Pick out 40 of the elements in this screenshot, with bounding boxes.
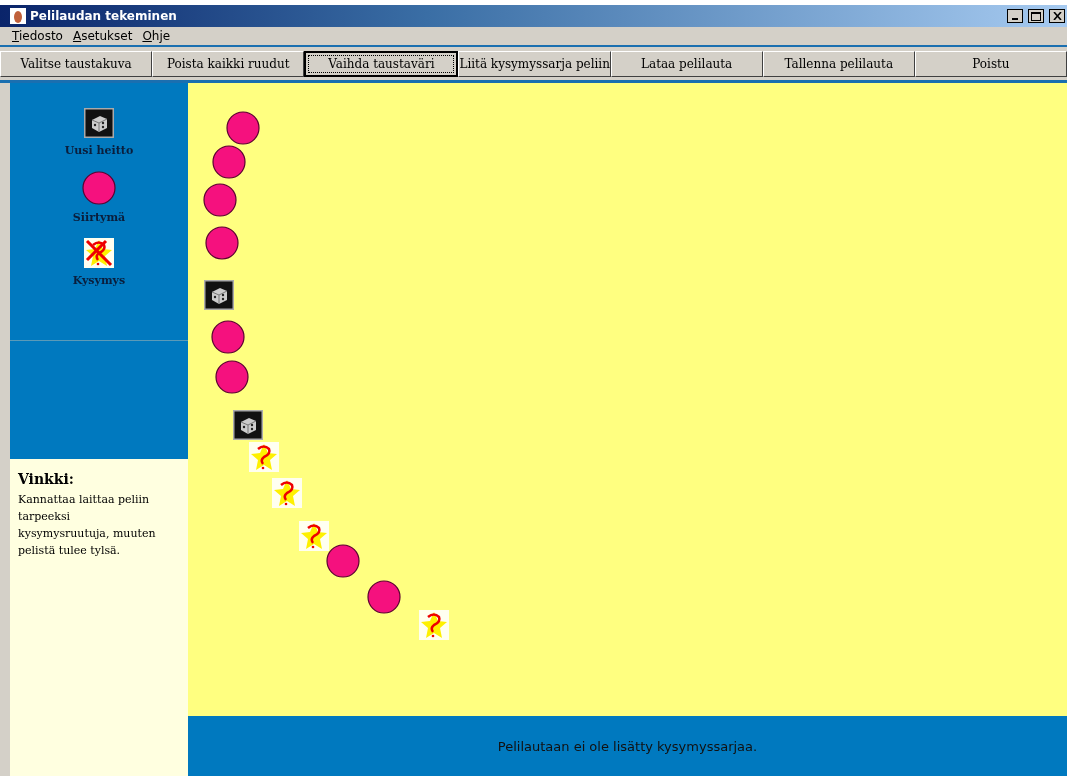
circle-tile-icon xyxy=(212,145,246,179)
toolbar-button[interactable]: Poistu xyxy=(914,51,1067,77)
toolbar-button[interactable]: Liitä kysymyssarja peliin xyxy=(458,51,611,77)
close-icon xyxy=(1052,12,1062,20)
tool-label: Siirtymä xyxy=(72,211,126,224)
dice-icon xyxy=(84,108,114,138)
tool-label: Uusi heitto xyxy=(64,144,134,157)
menu-item[interactable]: Tiedosto xyxy=(12,29,63,43)
dice-tile-icon xyxy=(204,280,234,310)
question-star-tile-icon xyxy=(419,610,449,640)
circle-icon xyxy=(82,171,116,205)
minimize-button[interactable] xyxy=(1007,9,1023,23)
dice-tile-icon xyxy=(233,410,263,440)
toolbar-button[interactable]: Poista kaikki ruudut xyxy=(152,51,305,77)
circle-tile-icon xyxy=(203,183,237,217)
question-star-tile-icon xyxy=(299,521,329,551)
maximize-icon xyxy=(1031,11,1041,21)
close-button[interactable] xyxy=(1049,9,1065,23)
tool-label: Kysymys xyxy=(72,274,126,287)
toolbar-button[interactable]: Tallenna pelilauta xyxy=(762,51,915,77)
toolbar-button[interactable]: Valitse taustakuva xyxy=(0,51,153,77)
maximize-button[interactable] xyxy=(1028,9,1044,23)
circle-tile-icon xyxy=(211,320,245,354)
circle-tile-icon xyxy=(367,580,401,614)
crossed-star-icon xyxy=(84,238,114,268)
app-icon xyxy=(10,8,26,24)
circle-tile-icon xyxy=(205,226,239,260)
tip-text: Kannattaa laittaa peliin tarpeeksi kysymysruutuja, muuten pelistä tulee tylsä. xyxy=(18,492,157,559)
circle-tile-icon xyxy=(226,111,260,145)
tip-title: Vinkki: xyxy=(18,471,75,487)
toolbar-button[interactable]: Lataa pelilauta xyxy=(610,51,763,77)
circle-tile-icon xyxy=(215,360,249,394)
window-title: Pelilaudan tekeminen xyxy=(30,9,178,23)
circle-tile-icon xyxy=(326,544,360,578)
menu-item[interactable]: Asetukset xyxy=(72,29,133,43)
question-star-tile-icon xyxy=(249,442,279,472)
toolbar-button[interactable]: Vaihda taustaväri xyxy=(304,51,459,77)
status-message: Pelilautaan ei ole lisätty kysymyssarjaa. xyxy=(497,738,758,754)
menu-item[interactable]: Ohje xyxy=(142,29,171,43)
question-star-tile-icon xyxy=(272,478,302,508)
